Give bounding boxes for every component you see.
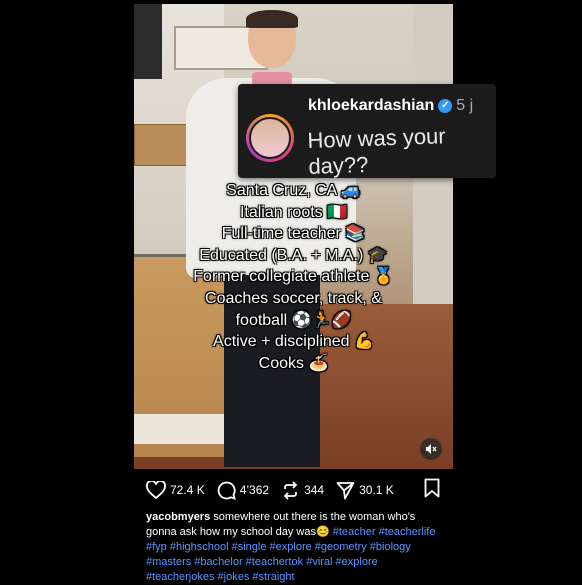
- comment-count: 4’362: [239, 483, 270, 497]
- caption-line: Educated (B.A. + M.A.) 🎓: [199, 246, 388, 264]
- verified-icon: ✓: [438, 98, 453, 113]
- background-poster: [134, 4, 162, 79]
- caption-line: Coaches soccer, track, &: [205, 289, 382, 307]
- caption-line: football ⚽🏃🏈: [235, 311, 352, 329]
- share-count: 30.1 K: [359, 483, 394, 497]
- heart-icon: [146, 481, 166, 499]
- repost-count: 344: [304, 483, 325, 497]
- comment-text: How was your day??: [307, 123, 447, 179]
- bookmark-icon: [424, 478, 440, 498]
- video-caption: Santa Cruz, CA 🚙 Italian roots 🇮🇹 Full-t…: [134, 180, 453, 374]
- caption-line: Italian roots 🇮🇹: [239, 203, 348, 221]
- action-bar: 72.4 K 4’362 344 30.1 K: [146, 478, 442, 502]
- caption-line: Former collegiate athlete 🏅: [193, 268, 394, 286]
- comment-overlay: khloekardashian ✓ 5 j How was your day??: [238, 84, 496, 179]
- caption-line: Full-time teacher 📚: [221, 225, 366, 243]
- like-count: 72.4 K: [170, 483, 205, 497]
- share-button[interactable]: 30.1 K: [336, 481, 394, 500]
- caption-line: Santa Cruz, CA 🚙: [226, 182, 361, 199]
- commenter-avatar[interactable]: [246, 114, 294, 162]
- comment-button[interactable]: 4’362: [217, 481, 269, 500]
- caption-line: Active + disciplined 💪: [213, 333, 374, 351]
- comment-age: 5 j: [456, 97, 474, 114]
- repost-icon: [283, 480, 298, 500]
- share-icon: [336, 481, 355, 499]
- person-hair: [246, 10, 298, 28]
- comment-icon: [217, 481, 236, 500]
- bookmark-button[interactable]: [424, 478, 440, 503]
- post-description: yacobmyers somewhere out there is the wo…: [146, 510, 446, 585]
- commenter-username[interactable]: khloekardashian: [308, 97, 434, 114]
- like-button[interactable]: 72.4 K: [146, 481, 205, 499]
- caption-line: Cooks 🍝: [258, 354, 329, 372]
- post-username[interactable]: yacobmyers: [146, 511, 210, 523]
- mute-icon[interactable]: [420, 438, 442, 460]
- repost-button[interactable]: 344: [281, 480, 325, 500]
